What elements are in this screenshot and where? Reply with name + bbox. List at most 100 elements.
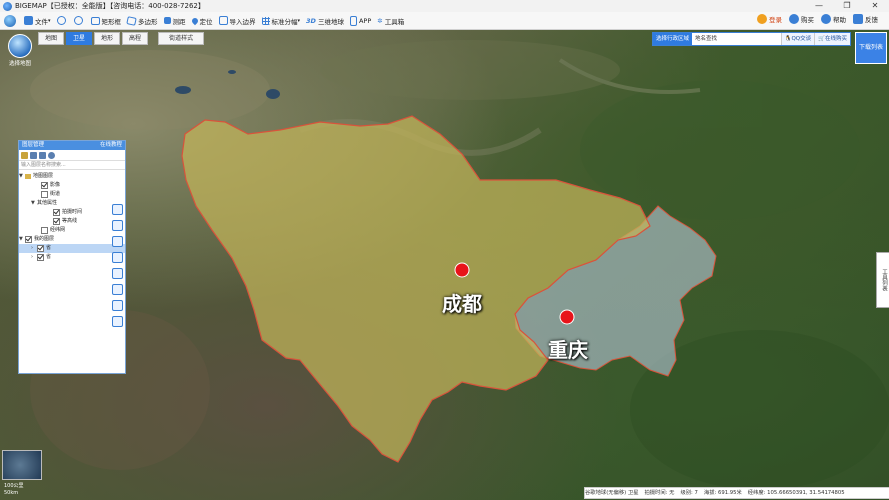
chongqing-marker[interactable] [559,309,575,325]
download-list-button[interactable]: 下载列表 [855,32,887,64]
qq-chat-button[interactable]: 🐧QQ交谈 [780,33,815,45]
toolbox-tool[interactable]: ✲ 工具箱 [377,16,404,26]
scale-label-km: 50km [4,490,19,496]
measure-tool[interactable]: 测距 [163,16,186,26]
login-button[interactable]: 登录 [757,14,782,24]
zoom-out-button[interactable] [56,16,68,25]
lake [175,86,191,94]
tab-terrain[interactable]: 地形 [94,32,121,45]
status-bar: 谷歌地球(无偏移) 卫星 拍摄时间: 无 级别: 7 海拔: 691.95米 经… [584,487,889,499]
layer-search-input[interactable]: 输入图层名称搜索... [19,161,125,170]
checkbox[interactable] [41,182,48,189]
phone-icon [349,15,357,26]
feedback-icon [853,14,863,24]
3d-earth-tool[interactable]: 3D 三维地球 [306,16,344,26]
user-icon [757,14,767,24]
place-search-input[interactable]: 地名查找 [692,33,781,45]
cart-icon: 🛒 [818,36,825,42]
zoom-out-icon [56,16,66,25]
checkbox[interactable] [41,191,48,198]
tab-satellite[interactable]: 卫星 [66,32,93,45]
zoom-in-icon [73,16,83,25]
toolbar: 文件 ▾ 矩形框 多边形 测距 定位 导入边界 标准分幅 ▾ 3D 三维地球 APP … [0,12,889,30]
rectangle-icon[interactable] [112,300,123,311]
region-search-bar: 选择行政区域 地名查找 🐧QQ交谈 🛒在线购买 [652,32,851,46]
online-tutorial-link[interactable]: 在线教程 [100,141,122,150]
app-icon [3,1,12,11]
rectangle-icon [90,16,100,25]
checkbox[interactable] [53,218,60,225]
close-button[interactable]: ✕ [861,0,889,12]
layer-row[interactable]: ▼ 地图图层 [19,172,125,181]
tab-map[interactable]: 地图 [38,32,65,45]
polygon-icon [126,15,137,26]
lake [266,89,280,99]
polyline-icon[interactable] [112,268,123,279]
ruler-icon [163,17,171,24]
globe-logo-icon [8,34,32,58]
window-title: BIGEMAP【已授权：全能版】【咨询电话：400-028-7262】 [15,2,205,10]
checkbox[interactable] [37,245,44,252]
app-tool[interactable]: APP [349,15,371,26]
hand-icon[interactable] [112,204,123,215]
map-type-tabs: 地图 卫星 地形 高程 街道样式 [38,32,206,45]
help-button[interactable]: 帮助 [821,14,846,24]
minimize-button[interactable]: — [805,0,833,12]
checkbox[interactable] [53,209,60,216]
zoom-level-status: 级别: 7 [680,490,698,496]
capture-time-status: 拍摄时间: 无 [644,490,675,496]
map-view[interactable]: 成都 重庆 选择地图 地图 卫星 地形 高程 街道样式 选择行政区域 地名查找 … [0,30,889,500]
map-overlay [30,40,889,490]
open-folder-icon[interactable] [21,151,28,159]
polygon-tool[interactable]: 多边形 [126,15,158,26]
layer-panel-header: 图层管理 在线教程 [19,141,125,150]
help-icon [821,14,831,24]
tab-elevation[interactable]: 高程 [122,32,149,45]
save-icon[interactable] [30,151,37,159]
layer-toolbar [19,150,125,161]
scale-label: 100公里 [4,483,24,489]
tool-list-tab[interactable]: 工具列表 [876,252,889,308]
import-boundary-tool[interactable]: 导入边界 [218,16,256,26]
buy-button[interactable]: 购买 [789,14,814,24]
import-icon [218,16,228,25]
region-select[interactable]: 选择行政区域 [653,33,693,45]
zoom-in-button[interactable] [73,16,85,25]
search-icon[interactable] [48,151,55,159]
3d-icon: 3D [306,16,316,25]
source-status: 谷歌地球(无偏移) 卫星 [585,490,639,496]
locate-tool[interactable]: 定位 [190,16,213,26]
vip-icon [789,14,799,24]
globe-icon[interactable] [4,14,16,27]
layer-row[interactable]: 影像 [19,181,125,190]
layer-icon[interactable] [39,151,46,159]
layer-row[interactable]: 街道 [19,190,125,199]
map-selector[interactable]: 选择地图 [5,34,35,67]
coords-status: 经纬度: 105.66650391, 31.54174805 [747,490,845,496]
checkbox[interactable] [37,254,44,261]
title-bar: BIGEMAP【已授权：全能版】【咨询电话：400-028-7262】 — ❐ … [0,0,889,12]
pointer-icon[interactable] [112,220,123,231]
grid-icon [261,16,270,25]
chengdu-marker[interactable] [454,262,470,278]
maximize-button[interactable]: ❐ [833,0,861,12]
chongqing-label: 重庆 [548,338,588,362]
marker-icon[interactable] [112,236,123,247]
online-buy-button[interactable]: 🛒在线购买 [814,33,850,45]
lake [228,70,236,74]
line-icon[interactable] [112,252,123,263]
standard-grid-tool[interactable]: 标准分幅 ▾ [261,16,300,26]
tab-street-style[interactable]: 街道样式 [158,32,205,45]
layer-panel-title: 图层管理 [22,142,45,148]
checkbox[interactable] [41,227,48,234]
circle-icon[interactable] [112,284,123,295]
altitude-status: 海拔: 691.95米 [703,490,742,496]
checkbox[interactable] [25,236,32,243]
folder-icon [25,174,31,179]
file-menu[interactable]: 文件 ▾ [24,16,51,26]
tag-icon[interactable] [112,316,123,327]
rectangle-tool[interactable]: 矩形框 [90,16,121,26]
minimap[interactable] [2,450,42,480]
toolbox-icon: ✲ [377,16,383,25]
feedback-button[interactable]: 反馈 [853,14,878,24]
